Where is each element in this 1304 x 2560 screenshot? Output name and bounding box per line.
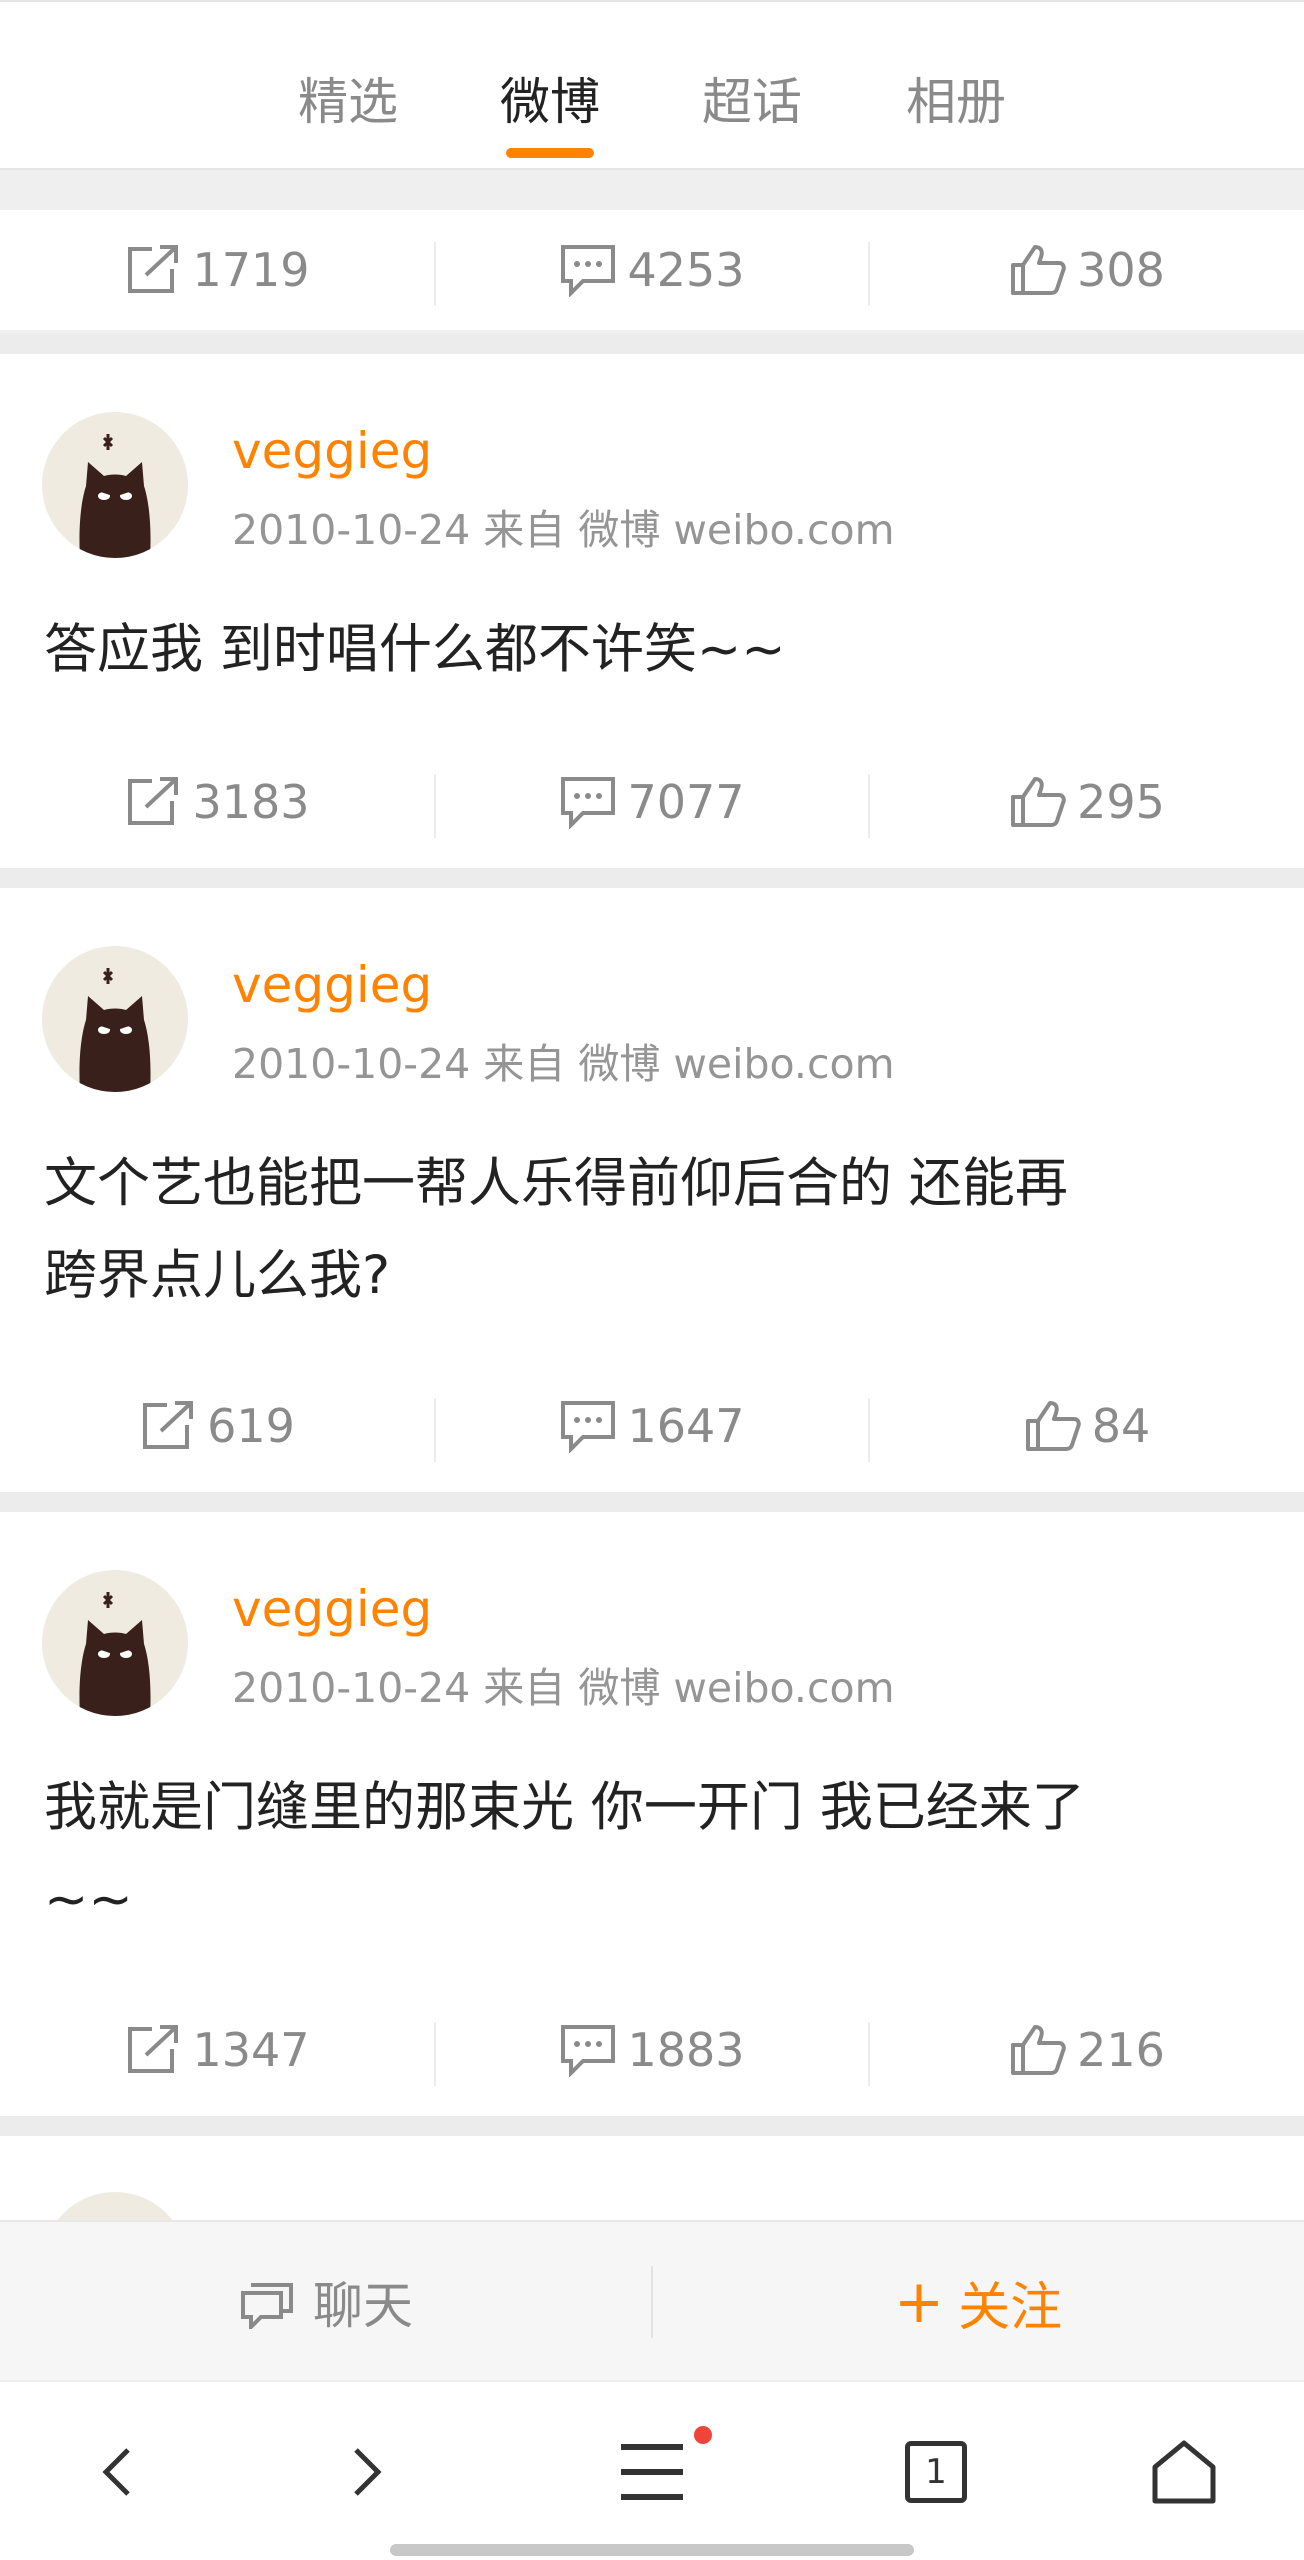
repost-icon [128,245,179,293]
tabs-button[interactable]: 1 [876,2412,996,2532]
post-action-row: 1719 4253 308 [0,210,1304,330]
forward-icon [354,2448,382,2496]
chat-button[interactable]: 聊天 [0,2222,652,2382]
comment-icon [561,1401,616,1453]
black-cat-avatar-icon [79,968,151,1092]
repost-icon [143,1401,194,1449]
post-meta: 2010-10-24 来自 微博 weibo.com [232,1040,895,1088]
chat-label: 聊天 [313,2277,413,2335]
home-indicator[interactable] [390,2544,914,2556]
like-icon [1025,1401,1081,1451]
post-separator [0,868,1304,888]
repost-count: 619 [207,1399,295,1453]
post-line: ~~ [44,1869,133,1930]
avatar[interactable] [42,412,188,558]
follow-button[interactable]: + 关注 [652,2222,1304,2382]
like-button[interactable]: 308 [870,210,1304,330]
like-button[interactable]: 295 [870,742,1304,862]
avatar[interactable] [42,1570,188,1716]
post-line: 答应我 到时唱什么都不许笑~~ [44,619,786,680]
like-button[interactable]: 216 [870,1990,1304,2110]
like-icon [1011,2025,1066,2075]
comment-icon [561,2025,616,2077]
home-button[interactable] [1124,2412,1244,2532]
black-cat-avatar-icon [79,434,151,558]
comment-count: 1883 [627,2023,745,2077]
post-action-row: 3183 7077 295 [0,742,1304,862]
like-count: 84 [1091,1399,1151,1453]
notification-dot [694,2426,712,2444]
repost-button[interactable]: 619 [0,1366,434,1486]
repost-count: 3183 [192,775,310,829]
comment-button[interactable]: 7077 [436,742,868,862]
post-meta: 2010-10-24 来自 微博 weibo.com [232,506,895,554]
back-button[interactable] [58,2412,178,2532]
comment-button[interactable]: 4253 [436,210,868,330]
comment-count: 7077 [627,775,745,829]
avatar[interactable] [42,946,188,1092]
back-icon [102,2448,130,2496]
comment-button[interactable]: 1883 [436,1990,868,2110]
profile-tab-bar: 精选 微博 超话 相册 [0,0,1304,170]
username[interactable]: veggieg [232,956,432,1014]
post-meta: 2010-10-24 来自 微博 weibo.com [232,1664,895,1712]
like-icon [1011,777,1066,827]
like-icon [1011,245,1066,295]
black-cat-avatar-icon [79,1592,151,1716]
post-action-row: 619 1647 84 [0,1366,1304,1486]
like-button[interactable]: 84 [870,1366,1304,1486]
home-icon [1152,2440,1216,2504]
like-count: 216 [1077,2023,1165,2077]
like-count: 308 [1077,243,1165,297]
menu-icon [621,2444,683,2500]
post-text: 我就是门缝里的那束光 你一开门 我已经来了 ~~ [44,1762,1264,1946]
like-count: 295 [1077,775,1165,829]
post-line: 跨界点儿么我? [44,1245,391,1306]
repost-button[interactable]: 1719 [0,210,434,330]
comment-icon [561,777,616,829]
username[interactable]: veggieg [232,1580,432,1638]
profile-bottom-bar: 聊天 + 关注 [0,2220,1304,2380]
tabs-icon: 1 [905,2441,967,2503]
comment-button[interactable]: 1647 [436,1366,868,1486]
comment-icon [561,245,616,297]
follow-label: 关注 [958,2277,1063,2338]
post-line: 文个艺也能把一帮人乐得前仰后合的 还能再 [44,1153,1068,1214]
post-separator [0,334,1304,354]
post-text: 文个艺也能把一帮人乐得前仰后合的 还能再 跨界点儿么我? [44,1138,1264,1322]
repost-button[interactable]: 3183 [0,742,434,862]
comment-count: 4253 [627,243,745,297]
plus-icon: + [893,2267,945,2337]
tab-count: 1 [925,2452,947,2492]
post-card-peek [0,2136,1304,2338]
post-line: 我就是门缝里的那束光 你一开门 我已经来了 [44,1777,1085,1838]
tab-weibo[interactable]: 微博 [470,62,630,134]
repost-count: 1347 [192,2023,310,2077]
repost-icon [128,777,179,825]
active-tab-indicator [506,148,594,158]
tab-super-topic[interactable]: 超话 [672,62,832,134]
post-text: 答应我 到时唱什么都不许笑~~ [44,604,1264,696]
username[interactable]: veggieg [232,422,432,480]
forward-button[interactable] [306,2412,426,2532]
browser-nav-bar: 1 [0,2382,1304,2560]
repost-button[interactable]: 1347 [0,1990,434,2110]
repost-icon [128,2025,179,2073]
post-separator [0,1492,1304,1512]
comment-count: 1647 [627,1399,745,1453]
chat-icon [241,2283,293,2329]
repost-count: 1719 [192,243,310,297]
tab-featured[interactable]: 精选 [268,62,428,134]
post-action-row: 1347 1883 216 [0,1990,1304,2110]
tab-album[interactable]: 相册 [876,62,1036,134]
post-separator [0,2116,1304,2136]
